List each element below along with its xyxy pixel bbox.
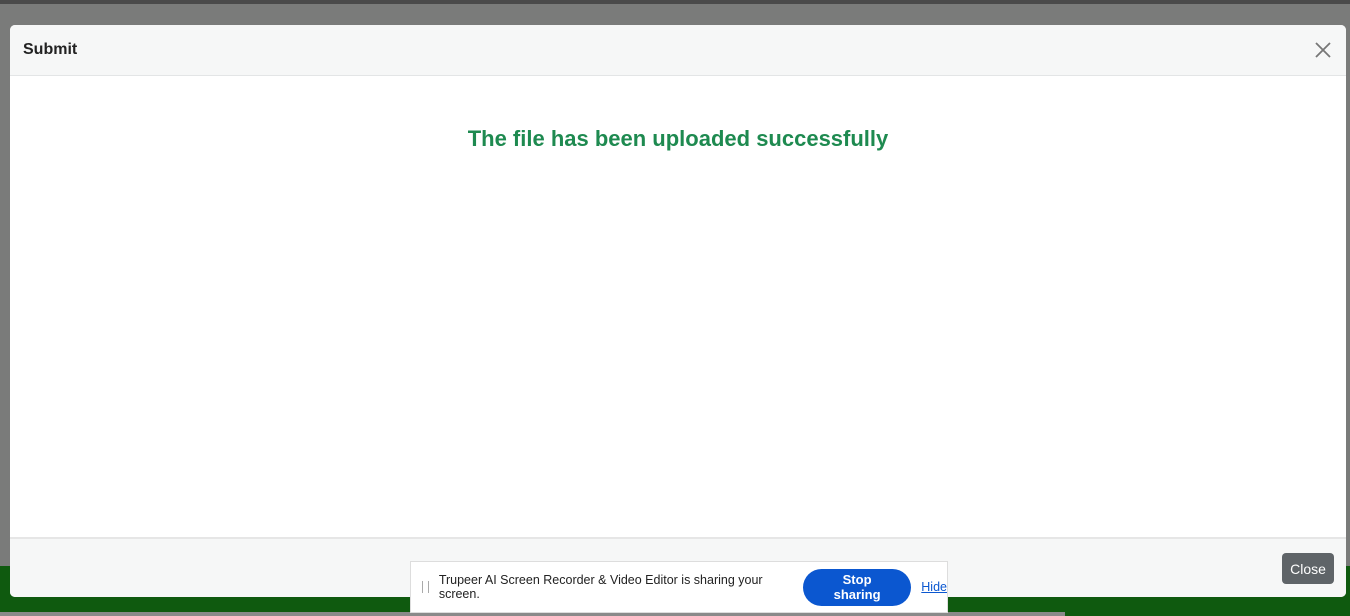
close-button[interactable]: Close [1282, 553, 1334, 584]
dialog-title: Submit [23, 41, 78, 58]
screen-share-bar: Trupeer AI Screen Recorder & Video Edito… [410, 561, 948, 613]
hide-link[interactable]: Hide [921, 580, 947, 594]
share-message: Trupeer AI Screen Recorder & Video Edito… [438, 573, 763, 601]
browser-top-edge [0, 0, 1350, 4]
dialog-header: Submit [10, 25, 1346, 76]
stop-sharing-button[interactable]: Stop sharing [802, 568, 912, 606]
success-message: The file has been uploaded successfully [467, 126, 889, 151]
close-icon[interactable] [1313, 40, 1333, 60]
drag-handle-icon[interactable] [422, 581, 429, 593]
submit-dialog: Submit The file has been uploaded succes… [10, 25, 1346, 597]
dialog-body: The file has been uploaded successfully [10, 76, 1346, 539]
